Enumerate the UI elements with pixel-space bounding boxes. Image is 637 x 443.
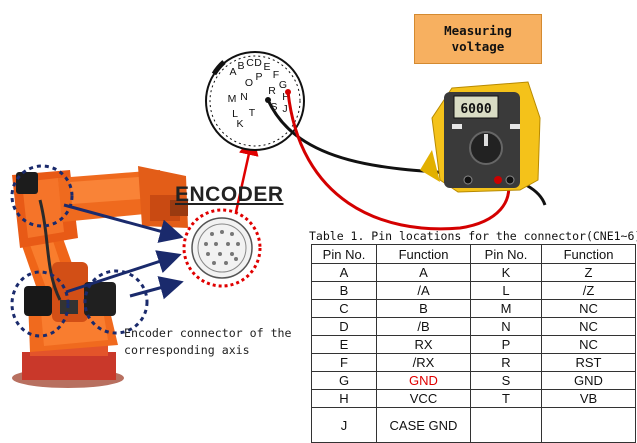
table-cell: NC bbox=[541, 299, 636, 318]
table-cell: /RX bbox=[376, 353, 471, 372]
table-cell bbox=[470, 407, 542, 443]
encoder-connector-small bbox=[191, 217, 253, 279]
connector-pin-label-r: R bbox=[268, 85, 276, 97]
pin-function-table: Pin No. Function Pin No. Function A A K Z B /… bbox=[311, 244, 636, 443]
table-cell: GND bbox=[541, 371, 636, 390]
table-row: E RX P NC bbox=[311, 335, 636, 354]
header-function: Function bbox=[376, 244, 471, 264]
table-cell: C bbox=[311, 299, 377, 318]
table-cell: /A bbox=[376, 281, 471, 300]
table-cell: G bbox=[311, 371, 377, 390]
table-row: B/A L/Z bbox=[311, 281, 636, 300]
connector-pin-label-l: L bbox=[232, 108, 238, 120]
connector-pin-label-e: E bbox=[263, 61, 270, 73]
multimeter-display-value: 6000 bbox=[460, 102, 491, 117]
connector-pin-label-j: J bbox=[282, 103, 287, 115]
table-cell: H bbox=[311, 389, 377, 408]
table-caption: Table 1. Pin locations for the connector… bbox=[309, 229, 637, 243]
table-cell: J bbox=[311, 407, 377, 443]
connector-pin-label-p: P bbox=[255, 71, 262, 83]
encoder-title: ENCODER bbox=[175, 183, 284, 206]
header-function-2: Function bbox=[541, 244, 636, 264]
table-cell: RST bbox=[541, 353, 636, 372]
encoder-caption-line1: Encoder connector of the bbox=[124, 326, 292, 340]
table-cell bbox=[541, 407, 636, 443]
connector-pin-label-t: T bbox=[249, 107, 256, 119]
connector-pin-label-g: G bbox=[279, 79, 287, 91]
table-row: G GND S GND bbox=[311, 371, 636, 390]
table-row: C B M NC bbox=[311, 299, 636, 318]
table-cell: /Z bbox=[541, 281, 636, 300]
table-cell: F bbox=[311, 353, 377, 372]
table-cell: Z bbox=[541, 263, 636, 282]
table-cell: S bbox=[470, 371, 542, 390]
table-cell: D bbox=[311, 317, 377, 336]
connector-pin-label-m: M bbox=[228, 93, 237, 105]
header-pin-no: Pin No. bbox=[311, 244, 377, 264]
table-cell: P bbox=[470, 335, 542, 354]
table-header-row: Pin No. Function Pin No. Function bbox=[311, 244, 636, 264]
table-cell: N bbox=[470, 317, 542, 336]
table-row: H VCC T VB bbox=[311, 389, 636, 408]
connector-pin-label-c: C bbox=[246, 57, 254, 69]
table-cell: A bbox=[311, 263, 377, 282]
connector-pin-label-b: B bbox=[237, 60, 244, 72]
table-cell: K bbox=[470, 263, 542, 282]
table-cell: R bbox=[470, 353, 542, 372]
table-cell: A bbox=[376, 263, 471, 282]
table-cell: VB bbox=[541, 389, 636, 408]
table-cell: VCC bbox=[376, 389, 471, 408]
table-row: F/RX R RST bbox=[311, 353, 636, 372]
connector-pin-label-n: N bbox=[240, 91, 248, 103]
table-row: AAKZ bbox=[311, 263, 636, 282]
table-cell: B bbox=[376, 299, 471, 318]
table-cell: NC bbox=[541, 317, 636, 336]
table-cell: M bbox=[470, 299, 542, 318]
table-cell: E bbox=[311, 335, 377, 354]
measuring-label-line1: Measuring bbox=[444, 23, 512, 38]
table-row: D/B N NC bbox=[311, 317, 636, 336]
table-cell: /B bbox=[376, 317, 471, 336]
multimeter-illustration: 6000 bbox=[420, 81, 541, 193]
table-cell: GND bbox=[376, 371, 471, 390]
connector-pin-label-o: O bbox=[245, 77, 253, 89]
table-cell: NC bbox=[541, 335, 636, 354]
encoder-caption: Encoder connector of the corresponding a… bbox=[124, 325, 292, 359]
table-row: J CASE GND bbox=[311, 407, 636, 443]
table-cell: T bbox=[470, 389, 542, 408]
header-pin-no-2: Pin No. bbox=[470, 244, 542, 264]
table-cell: RX bbox=[376, 335, 471, 354]
encoder-caption-line2: corresponding axis bbox=[124, 343, 250, 357]
table-cell: L bbox=[470, 281, 542, 300]
connector-pin-label-d: D bbox=[254, 57, 262, 69]
connector-pin-label-a: A bbox=[229, 66, 236, 78]
table-cell: B bbox=[311, 281, 377, 300]
table-cell: CASE GND bbox=[376, 407, 471, 443]
measuring-voltage-label: Measuring voltage bbox=[414, 14, 542, 64]
arrow-axis-3 bbox=[129, 276, 184, 300]
measuring-label-line2: voltage bbox=[451, 39, 505, 54]
